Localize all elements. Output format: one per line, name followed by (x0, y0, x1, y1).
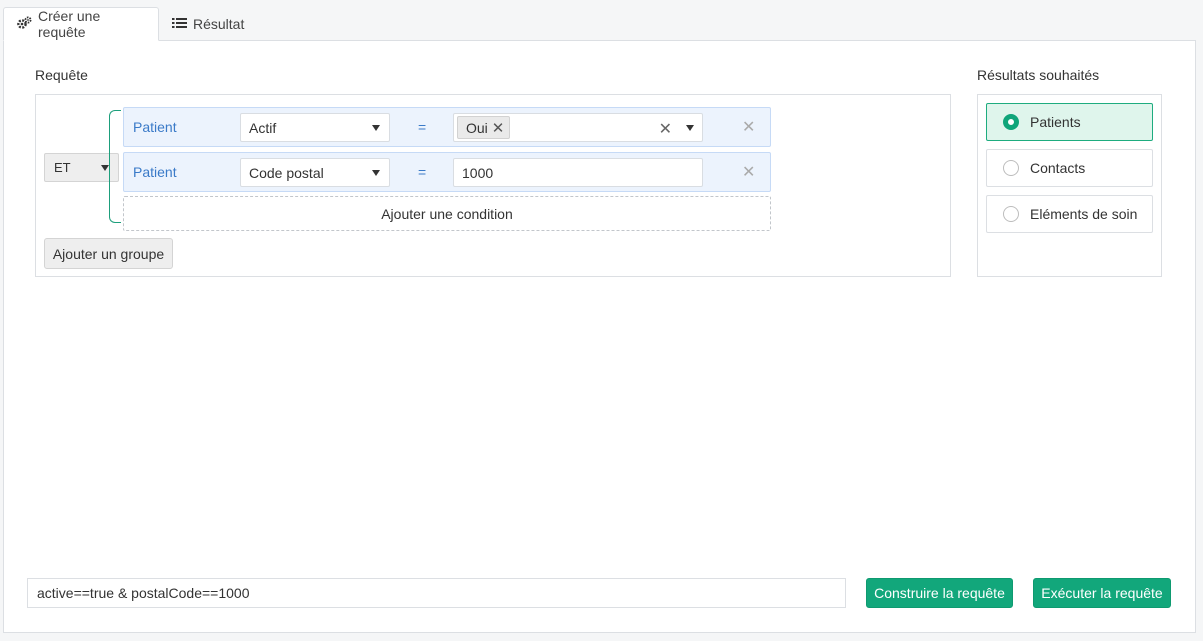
value-chip-label: Oui (466, 119, 488, 136)
value-chip: Oui ✕ (457, 116, 511, 139)
caret-down-icon (372, 125, 380, 131)
radio-unchecked-icon (1003, 160, 1019, 176)
condition-row: Patient Actif = Oui ✕ ✕ ✕ (123, 107, 771, 147)
query-string-value: active==true & postalCode==1000 (37, 585, 250, 601)
query-section-label: Requête (35, 67, 88, 83)
result-option-label: Patients (1030, 114, 1081, 130)
caret-down-icon (372, 170, 380, 176)
results-section-label: Résultats souhaités (977, 67, 1100, 83)
result-option-label: Eléments de soin (1030, 206, 1138, 222)
list-icon (172, 16, 187, 32)
condition-field-value: Code postal (249, 164, 324, 181)
radio-unchecked-icon (1003, 206, 1019, 222)
group-operator-value: ET (54, 160, 71, 175)
result-option-patients[interactable]: Patients (986, 103, 1153, 141)
result-option-contacts[interactable]: Contacts (986, 149, 1153, 187)
tab-create-query[interactable]: Créer une requête (3, 7, 159, 41)
condition-entity: Patient (133, 119, 177, 135)
radio-checked-icon (1003, 114, 1019, 130)
condition-value-multiselect[interactable]: Oui ✕ ✕ (453, 113, 703, 142)
condition-operator: = (418, 119, 427, 135)
remove-chip-icon[interactable]: ✕ (492, 119, 505, 137)
build-query-button[interactable]: Construire la requête (866, 578, 1013, 608)
condition-field-value: Actif (249, 119, 277, 136)
tab-result[interactable]: Résultat (160, 7, 260, 41)
tab-create-query-label: Créer une requête (38, 8, 101, 40)
run-query-button[interactable]: Exécuter la requête (1033, 578, 1171, 608)
caret-down-icon (101, 165, 109, 171)
remove-condition-icon[interactable]: ✕ (742, 162, 755, 182)
query-string-field[interactable]: active==true & postalCode==1000 (27, 578, 846, 608)
query-group: ET Patient Actif = Oui ✕ ✕ ✕ Patient Cod… (35, 94, 951, 277)
add-group-button[interactable]: Ajouter un groupe (44, 238, 173, 269)
group-bracket (109, 110, 121, 223)
tab-bar: Créer une requête Résultat (0, 0, 1203, 41)
results-options: Patients Contacts Eléments de soin (977, 94, 1162, 277)
condition-value-input[interactable]: 1000 (453, 158, 703, 187)
tab-result-label: Résultat (193, 16, 245, 32)
clear-icon[interactable]: ✕ (659, 119, 672, 139)
group-operator-select[interactable]: ET (44, 153, 119, 182)
result-option-label: Contacts (1030, 160, 1086, 176)
result-option-care-elements[interactable]: Eléments de soin (986, 195, 1153, 233)
condition-operator: = (418, 164, 427, 180)
add-condition-button[interactable]: Ajouter une condition (123, 196, 771, 231)
condition-field-select[interactable]: Actif (240, 113, 390, 142)
query-builder-panel: Requête Résultats souhaités ET Patient A… (3, 40, 1196, 633)
caret-down-icon[interactable] (686, 125, 694, 131)
condition-field-select[interactable]: Code postal (240, 158, 390, 187)
condition-value-text: 1000 (462, 164, 494, 181)
remove-condition-icon[interactable]: ✕ (742, 117, 755, 137)
gears-icon (16, 16, 32, 33)
condition-entity: Patient (133, 164, 177, 180)
condition-row: Patient Code postal = 1000 ✕ (123, 152, 771, 192)
